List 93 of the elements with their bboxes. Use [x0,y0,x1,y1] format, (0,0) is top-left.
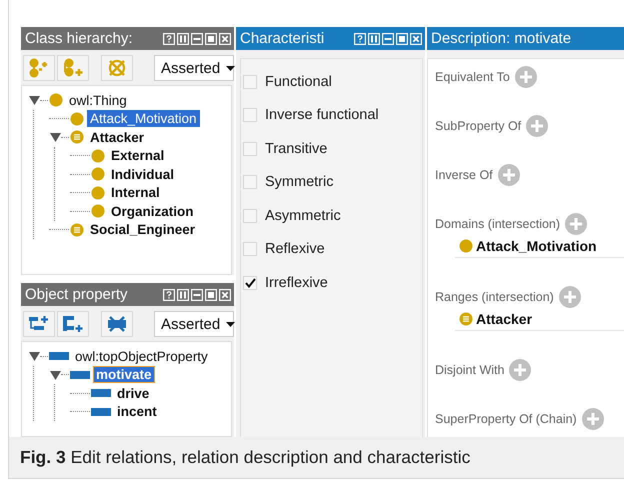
section-label: Domains (intersection) [435,217,560,231]
help-icon[interactable] [163,288,175,300]
checkbox-label: Transitive [265,140,328,157]
delete-button[interactable] [101,311,133,337]
expand-arrow-icon[interactable] [50,132,60,142]
checkbox[interactable] [243,242,257,256]
panel-title: Description: motivate [431,30,572,47]
view-dropdown[interactable]: Asserted [154,55,234,81]
entity-label: Attack_Motivation [476,238,597,254]
checkbox-label: Functional [265,74,332,90]
panel-title: Class hierarchy: [25,30,134,47]
bar-icon [70,370,90,379]
checkbox-label: Reflexive [265,241,325,258]
section-label: Inverse Of [435,168,493,182]
bar-icon [91,408,111,416]
close-icon[interactable] [219,288,231,300]
tree-item[interactable]: motivate [93,366,155,384]
tree-item[interactable]: Individual [108,166,178,183]
columns-icon[interactable] [368,32,380,44]
plus-icon [562,290,577,304]
checkbox[interactable] [243,208,257,223]
circle-icon [70,112,84,126]
checkbox[interactable] [243,142,257,156]
help-icon[interactable] [163,32,175,44]
checkbox-label: Asymmetric [265,208,341,224]
circle-icon [91,186,105,200]
circle-icon [459,239,473,253]
checkbox-label: Symmetric [265,174,334,190]
expand-arrow-icon[interactable] [28,95,40,106]
tree-item[interactable]: owl:Thing [66,92,130,109]
bar-plus-icon [63,314,83,334]
check-icon [244,278,256,288]
plus-icon [569,217,584,231]
tree-item[interactable]: drive [114,384,152,402]
section-label: Ranges (intersection) [435,290,554,304]
close-icon[interactable] [219,32,231,44]
lined-circle-icon [70,130,84,144]
circle-icon [49,93,63,108]
tree-item[interactable]: External [108,147,168,164]
entity-label: Attacker [476,311,532,327]
checkbox[interactable] [243,108,257,122]
crossed-bar-icon [107,314,127,334]
help-icon[interactable] [354,32,366,44]
figure-caption: Fig. 3 Edit relations, relation description and characteristic [20,447,472,468]
maximize-icon[interactable] [205,32,217,44]
minimize-icon[interactable] [191,288,203,300]
section-label: Equivalent To [435,70,510,84]
caret-icon [226,66,236,70]
bar-icon [49,352,69,360]
checkbox-label: Irreflexive [265,274,328,291]
tree-item[interactable]: Organization [108,202,197,220]
section-label: SuperProperty Of (Chain) [435,412,577,426]
maximize-icon[interactable] [205,288,217,300]
tree-item[interactable]: Internal [108,184,163,202]
section-label: SubProperty Of [435,119,522,133]
add-subproperty-button[interactable] [23,311,55,337]
lined-circle-icon [70,222,84,237]
tree-item[interactable]: owl:topObjectProperty [72,348,211,365]
tree-item[interactable]: Attack_Motivation [87,110,200,128]
view-dropdown[interactable]: Asserted [154,311,234,337]
panel-title: Characteristi [240,30,326,47]
plus-icon [513,363,528,377]
plus-icon [502,168,516,182]
plus-icon [530,119,544,133]
checkbox-label: Inverse functional [265,107,379,124]
tree-item[interactable]: incent [114,403,160,420]
checkbox[interactable] [243,74,257,89]
circle-icon [91,148,105,163]
panel-title: Object property [25,286,129,303]
expand-arrow-icon[interactable] [50,370,60,380]
circle-icon [91,204,105,218]
columns-icon[interactable] [177,32,189,44]
plus-icon [518,70,533,84]
node-plus-icon [29,58,49,78]
checkbox[interactable] [243,276,257,290]
node-plus-icon [63,58,83,78]
crossed-circle-icon [107,58,127,78]
minimize-icon[interactable] [382,32,394,44]
expand-arrow-icon[interactable] [28,351,40,362]
maximize-icon[interactable] [396,32,408,44]
caret-icon [226,322,236,326]
tree-item[interactable]: Attacker [87,128,148,146]
section-label: Disjoint With [435,363,504,377]
tree-item[interactable]: Social_Engineer [87,221,198,238]
plus-icon [586,412,600,426]
bar-icon [91,389,111,398]
close-icon[interactable] [410,32,422,44]
minimize-icon[interactable] [191,32,203,44]
add-sibling-button[interactable] [57,311,89,337]
lined-circle-icon [459,312,473,326]
circle-icon [91,167,105,182]
columns-icon[interactable] [177,288,189,300]
checkbox[interactable] [243,175,257,190]
